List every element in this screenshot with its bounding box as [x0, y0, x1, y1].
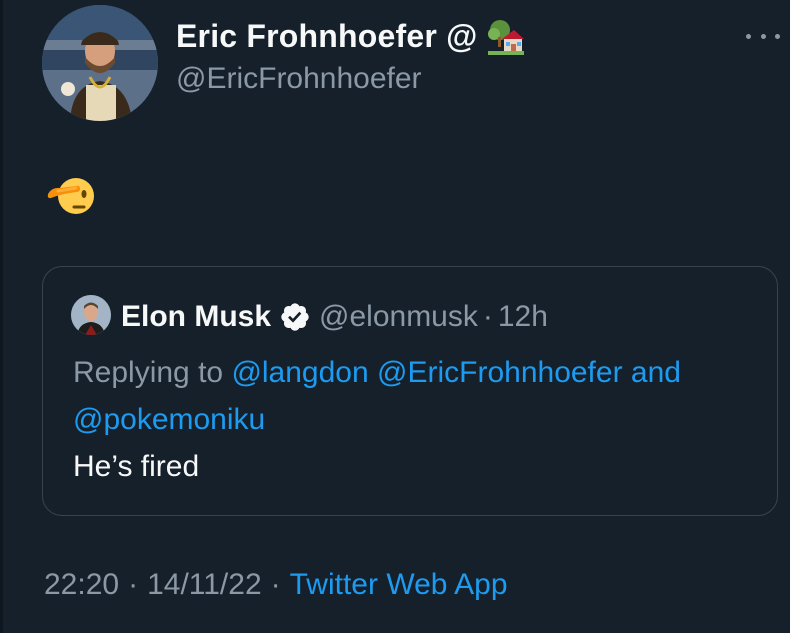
- mention-link[interactable]: @pokemoniku: [73, 403, 265, 436]
- meta-separator: ·: [128, 568, 139, 601]
- quoted-timestamp[interactable]: 12h: [498, 300, 548, 334]
- left-divider: [0, 0, 3, 633]
- tweet-date[interactable]: 14/11/22: [147, 568, 262, 601]
- verified-badge-icon: [279, 301, 311, 333]
- mention-link[interactable]: @EricFrohnhoefer: [377, 356, 623, 389]
- quoted-tweet-text: He’s fired: [73, 450, 200, 483]
- quoted-tweet-header: Elon Musk @elonmusk · 12h: [121, 297, 548, 337]
- meta-separator: ·: [270, 568, 281, 601]
- more-options-icon[interactable]: [746, 26, 780, 46]
- house-with-garden-icon: [487, 19, 524, 55]
- replying-to-line: Replying to @langdon @EricFrohnhoefer an…: [73, 349, 763, 443]
- tweet-source-link[interactable]: Twitter Web App: [290, 568, 508, 601]
- quoted-tweet-card[interactable]: Elon Musk @elonmusk · 12h Replying to @l…: [42, 266, 778, 516]
- saluting-face-icon: [46, 170, 94, 218]
- author-avatar[interactable]: [42, 5, 158, 121]
- more-dot: [775, 33, 780, 39]
- quoted-author-handle[interactable]: @elonmusk: [319, 300, 478, 334]
- author-name-text: Eric Frohnhoefer @: [176, 18, 478, 54]
- mention-link[interactable]: @langdon: [231, 356, 368, 389]
- tweet-time[interactable]: 22:20: [44, 568, 119, 601]
- author-handle[interactable]: @EricFrohnhoefer: [176, 62, 422, 96]
- author-name[interactable]: Eric Frohnhoefer @: [176, 18, 524, 55]
- replying-prefix: Replying to: [73, 356, 224, 389]
- mentions-conjunction[interactable]: and: [631, 356, 681, 389]
- more-dot: [760, 33, 766, 39]
- tweet-metadata: 22:20 · 14/11/22 · Twitter Web App: [44, 568, 508, 602]
- more-dot: [746, 33, 751, 39]
- quoted-separator: ·: [482, 300, 493, 333]
- quoted-author-avatar[interactable]: [71, 295, 111, 335]
- quoted-author-name[interactable]: Elon Musk: [121, 300, 271, 334]
